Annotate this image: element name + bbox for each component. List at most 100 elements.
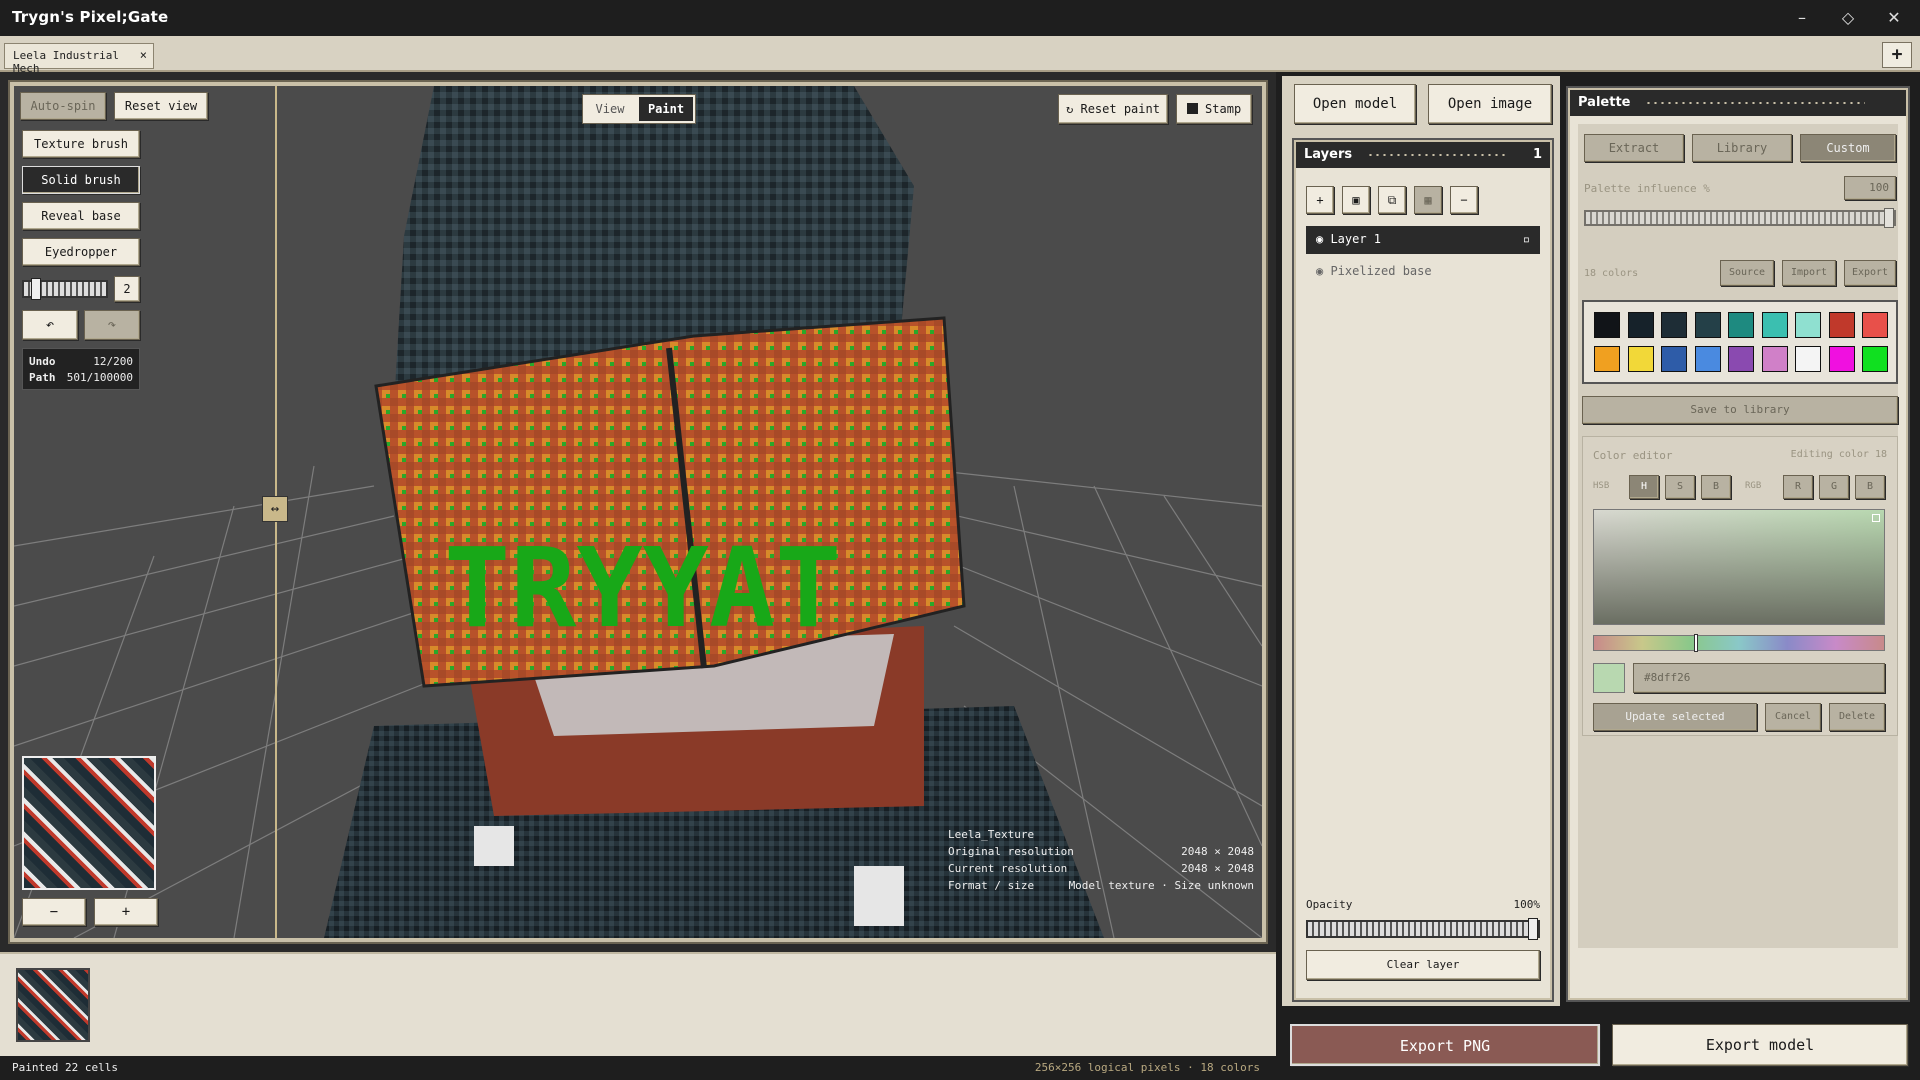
filmstrip-thumbnail[interactable] xyxy=(16,968,90,1042)
3d-viewport[interactable]: TRYYAT ↔ Auto-spin Reset view Texture br… xyxy=(8,80,1268,944)
close-window-button[interactable]: ✕ xyxy=(1880,6,1908,30)
palette-swatch[interactable] xyxy=(1728,312,1754,338)
palette-swatch[interactable] xyxy=(1694,312,1721,338)
opacity-slider[interactable] xyxy=(1306,918,1540,940)
layer-mask-icon[interactable]: ▦ xyxy=(1414,186,1442,214)
update-selected-button[interactable]: Update selected xyxy=(1593,703,1757,731)
layer-row[interactable]: ◉ Pixelized base xyxy=(1306,258,1540,286)
palette-swatch[interactable] xyxy=(1728,346,1754,372)
layers-title: Layers xyxy=(1304,147,1353,162)
reveal-base-button[interactable]: Reveal base xyxy=(22,202,140,230)
minimize-button[interactable]: – xyxy=(1788,6,1816,30)
cancel-edit-button[interactable]: Cancel xyxy=(1765,703,1821,731)
auto-spin-button[interactable]: Auto-spin xyxy=(20,92,106,120)
eyedropper-button[interactable]: Eyedropper xyxy=(22,238,140,266)
split-drag-handle[interactable]: ↔ xyxy=(262,496,288,522)
palette-swatch[interactable] xyxy=(1761,346,1788,372)
clear-layer-button[interactable]: Clear layer xyxy=(1306,950,1540,980)
save-to-library-button[interactable]: Save to library xyxy=(1582,396,1898,424)
merge-layer-icon[interactable]: ⧉ xyxy=(1378,186,1406,214)
texture-brush-button[interactable]: Texture brush xyxy=(22,130,140,158)
model-render[interactable]: TRYYAT xyxy=(14,86,1262,938)
visor-text: TRYYAT xyxy=(444,524,841,652)
duplicate-layer-icon[interactable]: ▣ xyxy=(1342,186,1370,214)
add-layer-icon[interactable]: + xyxy=(1306,186,1334,214)
blue-channel-button[interactable]: B xyxy=(1855,475,1885,499)
brush-size-slider[interactable] xyxy=(22,278,108,300)
path-count: 501/100000 xyxy=(66,371,133,384)
brightness-channel-button[interactable]: B xyxy=(1701,475,1731,499)
palette-export-button[interactable]: Export xyxy=(1844,260,1896,286)
palette-influence-slider[interactable] xyxy=(1584,208,1896,228)
paint-mode-tab[interactable]: Paint xyxy=(639,97,693,121)
stamp-button[interactable]: Stamp xyxy=(1176,94,1252,124)
palette-influence-input[interactable]: 100 xyxy=(1844,176,1896,200)
palette-swatch[interactable] xyxy=(1795,312,1821,338)
palette-swatch[interactable] xyxy=(1761,312,1788,338)
hue-channel-button[interactable]: H xyxy=(1629,475,1659,499)
export-model-button[interactable]: Export model xyxy=(1612,1024,1908,1066)
close-tab-icon[interactable]: × xyxy=(140,48,147,62)
path-label: Path xyxy=(29,371,56,384)
undo-button[interactable]: ↶ xyxy=(22,310,78,340)
opacity-thumb[interactable] xyxy=(1528,918,1538,940)
palette-swatch[interactable] xyxy=(1862,312,1888,338)
palette-swatch[interactable] xyxy=(1661,312,1687,338)
document-tab[interactable]: Leela Industrial Mech × xyxy=(4,43,154,75)
palette-swatch[interactable] xyxy=(1594,346,1620,372)
saturation-brightness-picker[interactable] xyxy=(1593,509,1885,625)
palette-swatch[interactable] xyxy=(1594,312,1620,338)
brush-size-thumb[interactable] xyxy=(31,278,42,300)
undo-count: 12/200 xyxy=(93,355,133,368)
palette-swatch[interactable] xyxy=(1627,346,1654,372)
texture-thumbnail[interactable] xyxy=(22,756,156,890)
zoom-out-button[interactable]: − xyxy=(22,898,86,926)
palette-swatch[interactable] xyxy=(1828,346,1855,372)
hue-slider-thumb[interactable] xyxy=(1694,634,1698,652)
opacity-label: Opacity xyxy=(1306,898,1353,911)
palette-panel: Palette Extract Library Custom Palette i… xyxy=(1566,86,1910,1002)
green-channel-button[interactable]: G xyxy=(1819,475,1849,499)
brush-size-value[interactable]: 2 xyxy=(114,276,140,302)
reset-view-button[interactable]: Reset view xyxy=(114,92,208,120)
palette-influence-label: Palette influence % xyxy=(1584,182,1710,195)
palette-swatch[interactable] xyxy=(1795,346,1821,372)
palette-import-button[interactable]: Import xyxy=(1782,260,1836,286)
palette-influence-thumb[interactable] xyxy=(1884,208,1894,228)
visibility-icon[interactable]: ◉ xyxy=(1316,264,1330,278)
layer-name: Layer 1 xyxy=(1330,232,1382,246)
reset-paint-button[interactable]: ↻ Reset paint xyxy=(1058,94,1168,124)
export-png-button[interactable]: Export PNG xyxy=(1290,1024,1600,1066)
redo-button[interactable]: ↷ xyxy=(84,310,140,340)
custom-tab[interactable]: Custom xyxy=(1800,134,1896,162)
picker-cursor[interactable] xyxy=(1872,514,1880,522)
solid-brush-button[interactable]: Solid brush xyxy=(22,166,140,194)
add-tab-button[interactable]: + xyxy=(1882,42,1912,68)
open-model-button[interactable]: Open model xyxy=(1294,84,1416,124)
hue-slider[interactable] xyxy=(1593,634,1885,652)
saturation-channel-button[interactable]: S xyxy=(1665,475,1695,499)
view-mode-tab[interactable]: View xyxy=(585,97,635,121)
delete-color-button[interactable]: Delete xyxy=(1829,703,1885,731)
palette-swatch[interactable] xyxy=(1627,312,1654,338)
palette-swatch[interactable] xyxy=(1661,346,1687,372)
hex-input[interactable]: #8dff26 xyxy=(1633,663,1885,693)
zoom-in-button[interactable]: + xyxy=(94,898,158,926)
palette-swatch[interactable] xyxy=(1828,312,1855,338)
palette-source-button[interactable]: Source xyxy=(1720,260,1774,286)
library-tab[interactable]: Library xyxy=(1692,134,1792,162)
format-size-value: Model texture · Size unknown xyxy=(1068,879,1254,892)
open-image-button[interactable]: Open image xyxy=(1428,84,1552,124)
visibility-icon[interactable]: ◉ xyxy=(1316,232,1330,246)
title-bar: Trygn's Pixel;Gate – ◇ ✕ xyxy=(0,0,1920,36)
texture-filmstrip xyxy=(0,952,1276,1056)
extract-tab[interactable]: Extract xyxy=(1584,134,1684,162)
layer-row-active[interactable]: ◉ Layer 1 ▫ xyxy=(1306,226,1540,254)
delete-layer-icon[interactable]: − xyxy=(1450,186,1478,214)
red-channel-button[interactable]: R xyxy=(1783,475,1813,499)
opacity-row: Opacity 100% xyxy=(1306,898,1540,911)
palette-swatch[interactable] xyxy=(1694,346,1721,372)
maximize-button[interactable]: ◇ xyxy=(1834,6,1862,30)
palette-swatch[interactable] xyxy=(1862,346,1888,372)
layer-lock-icon[interactable]: ▫ xyxy=(1523,232,1530,246)
